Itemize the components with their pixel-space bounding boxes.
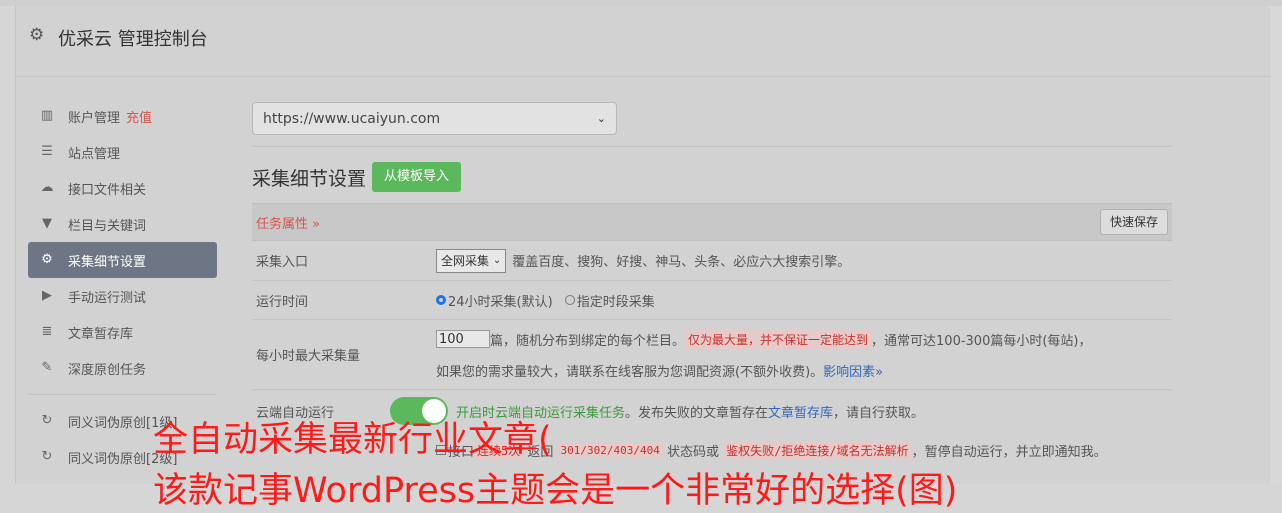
overlay-headline-1: 全自动采集最新行业文章(: [153, 420, 552, 460]
stop-text-3: 状态码或: [667, 444, 720, 460]
row-label: 运行时间: [256, 294, 309, 310]
sidebar-item-label: 文章暂存库: [68, 326, 134, 342]
sidebar-item-account[interactable]: ▥ 账户管理 充值: [28, 98, 217, 134]
stop-pink-3: 鉴权失败/拒绝连接/域名无法解析: [723, 440, 912, 460]
filter-icon: ▼: [42, 216, 52, 231]
row-label: 采集入口: [256, 255, 309, 270]
impact-factors-link[interactable]: 影响因素»: [823, 365, 883, 380]
collect-entry-select-value: 全网采集: [441, 254, 490, 268]
max-text-1: 篇，随机分布到绑定的每个栏目。: [490, 333, 686, 349]
divider: [252, 146, 1172, 147]
article-store-link[interactable]: 文章暂存库: [768, 402, 833, 421]
runtime-scheduled-radio[interactable]: [564, 295, 575, 305]
collect-entry-select[interactable]: 全网采集 ⌄: [436, 248, 507, 273]
sidebar-item-label: 账户管理: [68, 110, 121, 126]
sidebar-item-interface-files[interactable]: ☁ 接口文件相关: [28, 170, 217, 206]
import-template-button[interactable]: 从模板导入: [372, 162, 462, 192]
task-attributes-bar: 任务属性 » 快速保存: [252, 203, 1172, 241]
row-runtime: 运行时间 24小时采集(默认) 指定时段采集: [252, 281, 1172, 320]
sidebar-item-columns-keywords[interactable]: ▼ 栏目与关键词: [28, 206, 217, 242]
bar-chart-icon: ▥: [40, 108, 54, 123]
play-circle-icon: ▶: [42, 288, 52, 303]
cloud-run-text-2: 。发布失败的文章暂存在: [625, 405, 769, 421]
section-header: 采集细节设置 从模板导入: [252, 161, 1172, 193]
gear-icon: ⚙: [29, 25, 45, 45]
sidebar-item-manual-test[interactable]: ▶ 手动运行测试: [28, 278, 217, 314]
max-warning: 仅为最大量，并不保证一定能达到: [685, 329, 872, 349]
sidebar-item-sites[interactable]: ☰ 站点管理: [28, 134, 217, 170]
page-header: ⚙ 优采云 管理控制台: [15, 6, 1270, 77]
row-label: 每小时最大采集量: [256, 349, 361, 364]
sidebar-divider: [28, 394, 217, 395]
sidebar-item-label: 深度原创任务: [68, 362, 147, 378]
runtime-scheduled-label: 指定时段采集: [576, 294, 655, 310]
sidebar-item-label: 采集细节设置: [68, 254, 147, 270]
max-per-hour-input[interactable]: 100: [436, 330, 490, 348]
sidebar-item-article-store[interactable]: ≣ 文章暂存库: [28, 314, 217, 350]
row-collect-entry: 采集入口 全网采集 ⌄ 覆盖百度、搜狗、好搜、神马、头条、必应六大搜索引擎。: [252, 241, 1172, 281]
runtime-24h-radio[interactable]: [436, 295, 446, 305]
sidebar-item-label: 站点管理: [68, 146, 121, 162]
sidebar-item-label: 手动运行测试: [68, 290, 147, 306]
sidebar-item-label: 栏目与关键词: [68, 218, 147, 234]
collect-entry-desc: 覆盖百度、搜狗、好搜、神马、头条、必应六大搜索引擎。: [512, 255, 851, 270]
refresh-icon: ↻: [41, 449, 53, 464]
row-max-per-hour: 每小时最大采集量 100 篇，随机分布到绑定的每个栏目。 仅为最大量，并不保证一…: [252, 320, 1172, 390]
max-text-3: 如果您的需求量较大，请联系在线客服为您调配资源(不额外收费)。: [436, 364, 824, 380]
site-select-value: https://www.ucaiyun.com: [263, 110, 441, 127]
max-text-2: ，通常可达100-300篇每小时(每站)，: [871, 333, 1092, 349]
task-attributes-toggle[interactable]: 任务属性 »: [256, 213, 320, 232]
sidebar-item-collect-settings[interactable]: ⚙ 采集细节设置: [28, 242, 217, 278]
cloud-upload-icon: ☁: [40, 180, 54, 195]
cloud-run-text-3: ，请自行获取。: [833, 405, 925, 421]
edit-icon: ✎: [41, 360, 53, 375]
quick-save-button[interactable]: 快速保存: [1099, 209, 1168, 235]
chevron-down-icon: ⌄: [492, 255, 502, 266]
recharge-link[interactable]: 充值: [126, 107, 152, 126]
section-title: 采集细节设置: [252, 167, 367, 190]
stop-status-codes: 301/302/403/404: [557, 442, 663, 458]
sidebar-item-deep-original[interactable]: ✎ 深度原创任务: [28, 350, 217, 386]
runtime-24h-label: 24小时采集(默认): [448, 294, 553, 310]
scrollbar[interactable]: [1270, 6, 1282, 484]
sidebar-item-label: 接口文件相关: [68, 182, 147, 198]
refresh-icon: ↻: [41, 413, 53, 428]
cogs-icon: ⚙: [41, 252, 53, 267]
server-icon: ☰: [41, 144, 53, 159]
page-title: 优采云 管理控制台: [58, 29, 208, 50]
database-icon: ≣: [41, 324, 53, 339]
chevron-down-icon: ⌄: [596, 112, 606, 125]
stop-text-4: ，暂停自动运行，并立即通知我。: [911, 444, 1107, 460]
overlay-headline-2: 该款记事WordPress主题会是一个非常好的选择(图): [153, 471, 958, 511]
site-select[interactable]: https://www.ucaiyun.com ⌄: [252, 102, 617, 135]
